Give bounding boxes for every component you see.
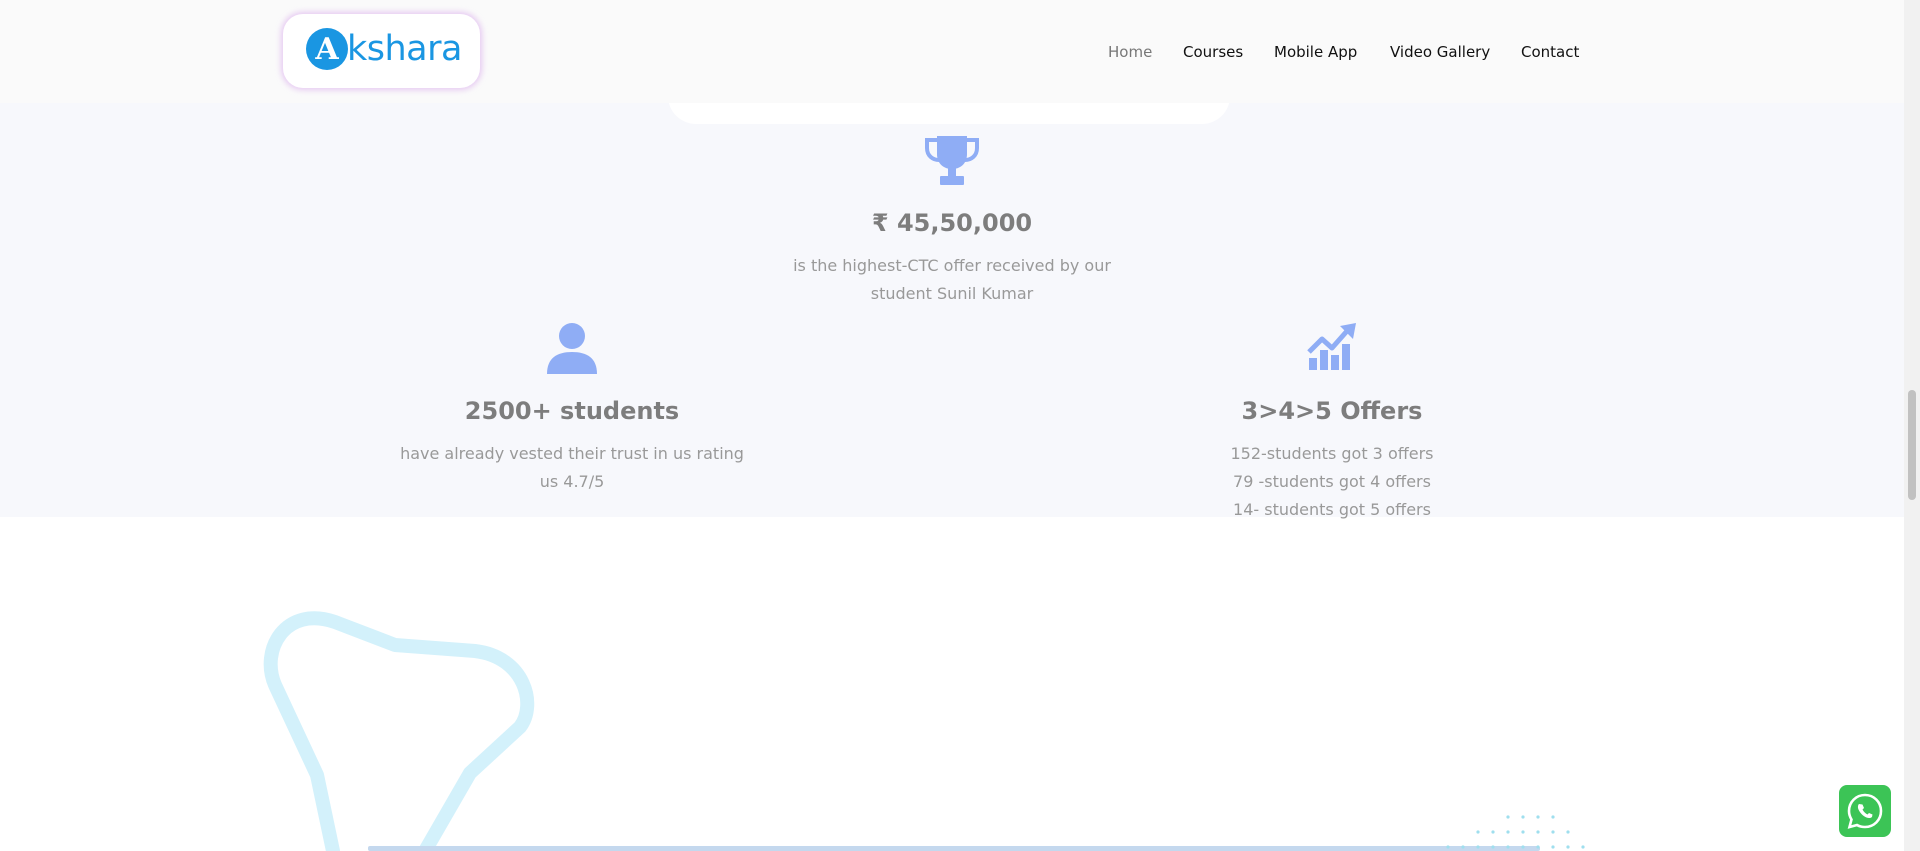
navbar: A kshara Home Courses Mobile App Video G… [0, 0, 1904, 103]
svg-text:A: A [314, 32, 339, 67]
decorative-dots [1446, 815, 1585, 849]
stat-offers-desc-line3: 14- students got 5 offers [1233, 500, 1431, 519]
decorative-divider [368, 846, 1540, 851]
stat-students-desc-line2: us 4.7/5 [539, 472, 605, 491]
stat-students: 2500+ students have already vested their… [372, 322, 772, 502]
decorative-outline-shape [263, 611, 535, 851]
stat-ctc-title: ₹ 45,50,000 [871, 209, 1033, 237]
stat-offers: 3>4>5 Offers 152-students got 3 offers 7… [1132, 322, 1532, 522]
stat-offers-title: 3>4>5 Offers [1241, 397, 1423, 425]
logo-text: kshara [347, 29, 462, 69]
stat-offers-desc-line2: 79 -students got 4 offers [1233, 472, 1431, 491]
nav-courses[interactable]: Courses [1183, 40, 1243, 64]
stat-highest-ctc: ₹ 45,50,000 is the highest-CTC offer rec… [752, 134, 1152, 314]
chart-growth-icon [1307, 323, 1356, 370]
stat-students-desc-line1: have already vested their trust in us ra… [400, 444, 744, 463]
nav-video-gallery[interactable]: Video Gallery [1390, 40, 1490, 64]
logo[interactable]: A kshara [283, 14, 480, 88]
nav-mobile-app[interactable]: Mobile App [1274, 40, 1357, 64]
nav-home[interactable]: Home [1108, 40, 1152, 64]
user-icon [547, 323, 597, 374]
trophy-icon [925, 136, 979, 185]
logo-a-icon: A [306, 28, 348, 70]
whatsapp-icon [1847, 793, 1883, 829]
stat-students-title: 2500+ students [464, 397, 680, 425]
stat-ctc-desc-line1: is the highest-CTC offer received by our [793, 256, 1111, 275]
whatsapp-chat-button[interactable] [1839, 785, 1891, 837]
nav-contact[interactable]: Contact [1521, 40, 1579, 64]
stat-offers-desc-line1: 152-students got 3 offers [1230, 444, 1434, 463]
scrollbar-thumb[interactable] [1908, 390, 1916, 500]
stat-ctc-desc-line2: student Sunil Kumar [870, 284, 1034, 303]
